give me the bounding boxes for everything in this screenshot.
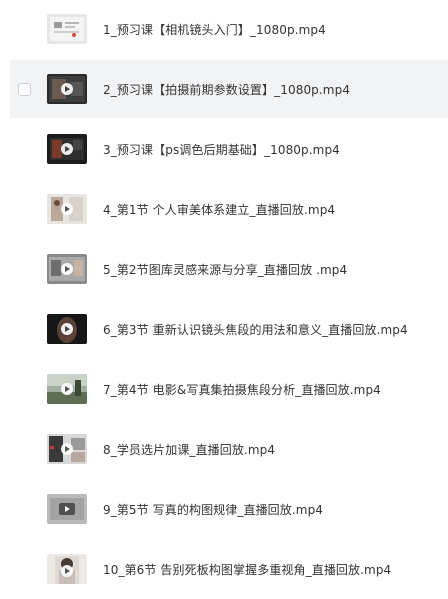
video-thumbnail — [47, 14, 87, 44]
file-name: 1_预习课【相机镜头入门】_1080p.mp4 — [103, 22, 326, 37]
file-name: 5_第2节图库灵感来源与分享_直播回放 .mp4 — [103, 262, 348, 277]
file-name: 4_第1节 个人审美体系建立_直播回放.mp4 — [103, 202, 336, 217]
video-thumbnail — [47, 314, 87, 344]
file-name: 6_第3节 重新认识镜头焦段的用法和意义_直播回放.mp4 — [103, 322, 408, 337]
video-thumbnail — [47, 374, 87, 404]
file-row[interactable]: 2_预习课【拍摄前期参数设置】_1080p.mp4 — [10, 60, 448, 118]
file-name: 8_学员选片加课_直播回放.mp4 — [103, 442, 276, 457]
file-row[interactable]: 10_第6节 告别死板构图掌握多重视角_直播回放.mp4 — [10, 540, 448, 598]
file-row[interactable]: 6_第3节 重新认识镜头焦段的用法和意义_直播回放.mp4 — [10, 300, 448, 358]
video-thumbnail — [47, 494, 87, 524]
file-row[interactable]: 8_学员选片加课_直播回放.mp4 — [10, 420, 448, 478]
file-list: 1_预习课【相机镜头入门】_1080p.mp4 2_预习课【拍摄前期参数设置】_… — [0, 0, 448, 599]
file-row[interactable]: 1_预习课【相机镜头入门】_1080p.mp4 — [10, 0, 448, 58]
file-name: 7_第4节 电影&写真集拍摄焦段分析_直播回放.mp4 — [103, 382, 381, 397]
file-row[interactable]: 3_预习课【ps调色后期基础】_1080p.mp4 — [10, 120, 448, 178]
file-row[interactable]: 9_第5节 写真的构图规律_直播回放.mp4 — [10, 480, 448, 538]
video-thumbnail — [47, 134, 87, 164]
file-name: 2_预习课【拍摄前期参数设置】_1080p.mp4 — [103, 82, 351, 97]
video-thumbnail — [47, 434, 87, 464]
file-row[interactable]: 7_第4节 电影&写真集拍摄焦段分析_直播回放.mp4 — [10, 360, 448, 418]
file-name: 10_第6节 告别死板构图掌握多重视角_直播回放.mp4 — [103, 562, 392, 577]
file-row[interactable]: 4_第1节 个人审美体系建立_直播回放.mp4 — [10, 180, 448, 238]
video-thumbnail — [47, 554, 87, 584]
video-thumbnail — [47, 74, 87, 104]
file-row[interactable]: 5_第2节图库灵感来源与分享_直播回放 .mp4 — [10, 240, 448, 298]
file-name: 3_预习课【ps调色后期基础】_1080p.mp4 — [103, 142, 340, 157]
file-name: 9_第5节 写真的构图规律_直播回放.mp4 — [103, 502, 324, 517]
video-thumbnail — [47, 194, 87, 224]
select-checkbox[interactable] — [18, 82, 31, 96]
video-thumbnail — [47, 254, 87, 284]
